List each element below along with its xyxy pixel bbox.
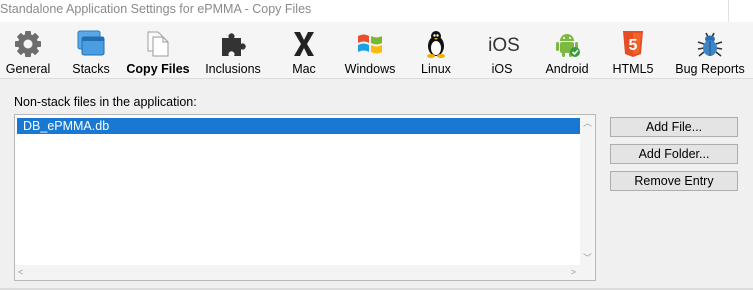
remove-entry-button[interactable]: Remove Entry [610, 171, 738, 191]
tab-stacks-label: Stacks [72, 62, 110, 76]
scroll-right-icon[interactable]: > [571, 267, 576, 277]
mac-x-icon [294, 32, 314, 56]
ios-icon-text: iOS [488, 35, 520, 56]
tab-html5[interactable]: 5 HTML5 [612, 22, 654, 78]
tab-stacks[interactable]: Stacks [66, 22, 116, 78]
tab-copy-files-label: Copy Files [126, 62, 190, 76]
tab-mac[interactable]: Mac [286, 22, 322, 78]
tab-linux[interactable]: Linux [416, 22, 456, 78]
android-icon [556, 34, 580, 57]
puzzle-icon [222, 33, 246, 56]
tab-copy-files[interactable]: Copy Files [126, 22, 190, 78]
scrollbar-corner [580, 265, 595, 280]
tab-windows[interactable]: Windows [340, 22, 400, 78]
tab-windows-label: Windows [344, 62, 396, 76]
window-title: Standalone Application Settings for ePMM… [0, 2, 312, 16]
tab-bug-reports[interactable]: Bug Reports [674, 22, 746, 78]
copy-files-icon [147, 31, 169, 57]
tab-ios-label: iOS [491, 62, 513, 76]
html5-icon-text: 5 [629, 37, 638, 54]
non-stack-files-label: Non-stack files in the application: [14, 95, 197, 109]
scroll-up-icon[interactable]: ︿ [583, 118, 592, 128]
ios-text-icon: iOS [488, 35, 520, 56]
tab-general-label: General [5, 62, 51, 76]
vertical-scrollbar[interactable]: ︿ ﹀ [580, 115, 595, 265]
window-close-button[interactable] [728, 0, 753, 22]
scroll-left-icon[interactable]: < [18, 267, 23, 277]
tab-general[interactable]: General [4, 22, 52, 78]
settings-toolbar: General Stacks Copy Files Inclusions Mac [0, 22, 753, 79]
tab-android-label: Android [545, 62, 589, 76]
tab-bug-reports-label: Bug Reports [675, 62, 745, 76]
horizontal-scrollbar[interactable]: < > [15, 265, 580, 280]
tab-linux-label: Linux [421, 62, 451, 76]
tab-ios[interactable]: iOS iOS [484, 22, 520, 78]
tab-mac-label: Mac [292, 62, 316, 76]
tux-penguin-icon [427, 31, 445, 58]
gear-icon [15, 31, 41, 57]
tab-inclusions-label: Inclusions [205, 62, 261, 76]
add-folder-button[interactable]: Add Folder... [610, 144, 738, 164]
title-bar: Standalone Application Settings for ePMM… [0, 0, 753, 22]
scroll-down-icon[interactable]: ﹀ [583, 253, 592, 263]
bug-icon [697, 32, 723, 57]
list-item[interactable]: DB_ePMMA.db [17, 118, 581, 134]
tab-inclusions[interactable]: Inclusions [202, 22, 264, 78]
tab-html5-label: HTML5 [612, 62, 654, 76]
html5-shield-icon: 5 [623, 31, 643, 57]
tab-android[interactable]: Android [542, 22, 592, 78]
windows-logo-icon [358, 34, 382, 54]
file-list[interactable]: DB_ePMMA.db ︿ ﹀ < > [14, 114, 596, 281]
stacks-icon [77, 30, 105, 56]
add-file-button[interactable]: Add File... [610, 117, 738, 137]
